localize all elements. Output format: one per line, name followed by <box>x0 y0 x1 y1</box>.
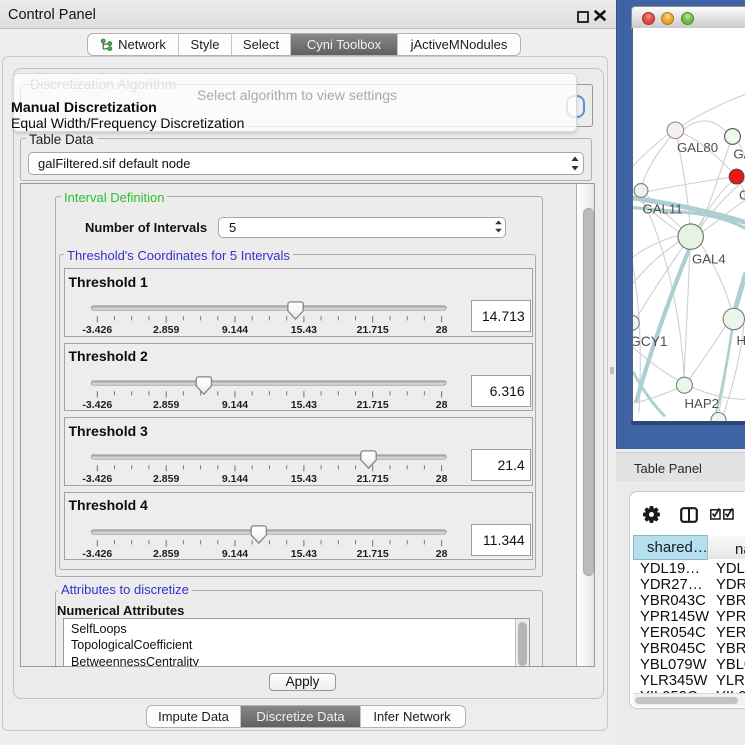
svg-text:28: 28 <box>435 473 447 485</box>
svg-text:2.859: 2.859 <box>153 473 179 485</box>
svg-text:28: 28 <box>435 399 447 411</box>
svg-text:21.715: 21.715 <box>356 399 388 411</box>
svg-text:15.43: 15.43 <box>290 399 316 411</box>
svg-text:GAL80: GAL80 <box>677 140 718 155</box>
svg-text:2.859: 2.859 <box>153 399 179 411</box>
svg-text:28: 28 <box>435 324 447 336</box>
svg-text:-3.426: -3.426 <box>82 473 112 485</box>
svg-text:-3.426: -3.426 <box>82 324 112 336</box>
svg-text:15.43: 15.43 <box>290 548 316 560</box>
svg-text:GCY1: GCY1 <box>633 334 668 349</box>
svg-text:21.715: 21.715 <box>356 473 388 485</box>
svg-text:HAP2: HAP2 <box>685 396 719 411</box>
svg-text:9.144: 9.144 <box>221 548 247 560</box>
svg-text:GA: GA <box>733 146 745 161</box>
svg-text:H: H <box>737 333 745 348</box>
svg-text:2.859: 2.859 <box>153 324 179 336</box>
svg-text:C: C <box>739 187 745 202</box>
svg-text:GAL4: GAL4 <box>692 251 726 266</box>
svg-text:9.144: 9.144 <box>221 399 247 411</box>
svg-text:-3.426: -3.426 <box>82 399 112 411</box>
svg-text:2.859: 2.859 <box>153 548 179 560</box>
svg-text:9.144: 9.144 <box>221 324 247 336</box>
svg-text:GAL11: GAL11 <box>643 201 683 216</box>
svg-text:15.43: 15.43 <box>290 473 316 485</box>
svg-text:9.144: 9.144 <box>221 473 247 485</box>
svg-text:-3.426: -3.426 <box>82 548 112 560</box>
svg-text:28: 28 <box>435 548 447 560</box>
svg-text:21.715: 21.715 <box>356 548 388 560</box>
svg-text:21.715: 21.715 <box>356 324 388 336</box>
svg-text:15.43: 15.43 <box>290 324 316 336</box>
